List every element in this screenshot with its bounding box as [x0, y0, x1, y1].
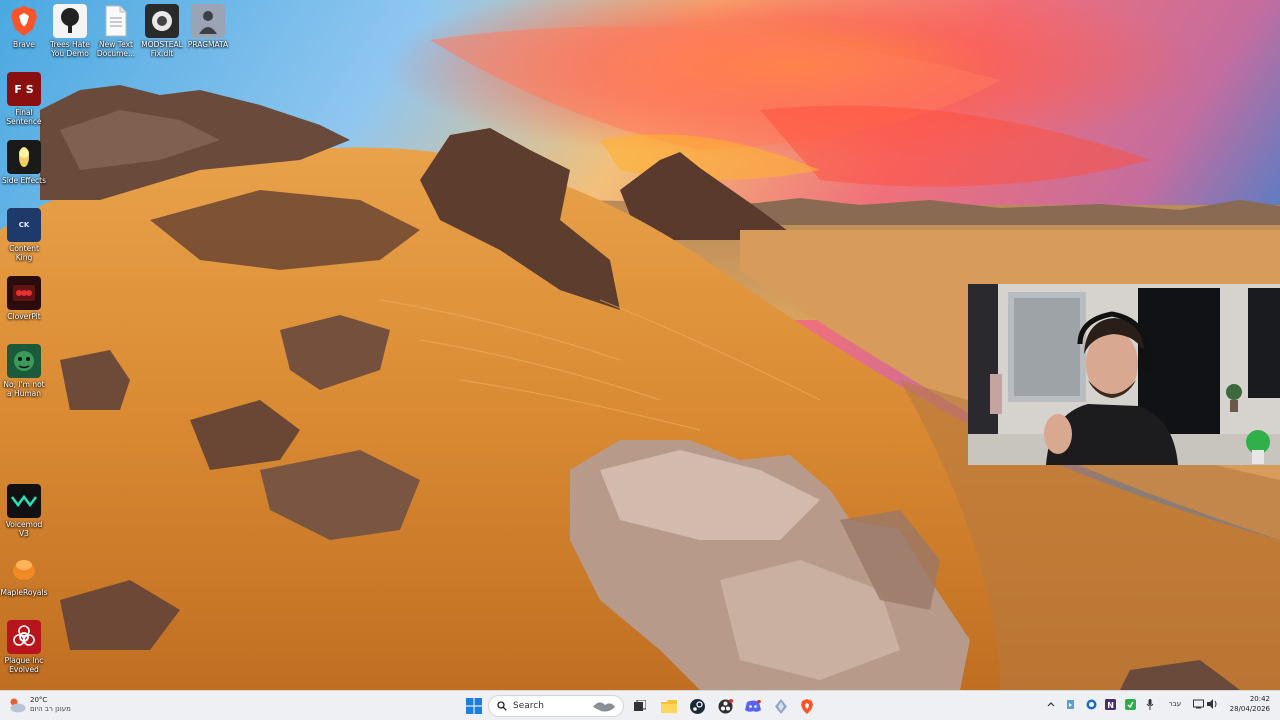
search-placeholder: Search [513, 701, 544, 711]
search-icon [497, 701, 507, 711]
desktop-icon-label: No, I'm not a Human [3, 380, 45, 398]
desktop-icon-final-sentence[interactable]: F S Final Sentence [0, 72, 48, 126]
tray-app-icon-1[interactable] [1064, 698, 1076, 710]
desktop-icon-plague-inc[interactable]: Plague Inc Evolved [0, 620, 48, 674]
final-sentence-icon: F S [7, 72, 41, 106]
plague-inc-icon [7, 620, 41, 654]
taskbar-clock[interactable]: 20:42 28/04/2026 [1230, 694, 1270, 714]
task-view-icon [634, 700, 646, 711]
clock-time: 20:42 [1249, 695, 1270, 703]
voicemod-icon [7, 484, 41, 518]
desktop-icon-cloverpit[interactable]: CloverPit [0, 276, 48, 321]
taskbar-search-box[interactable]: Search [488, 695, 624, 717]
obs-icon [718, 698, 733, 713]
pragmata-icon [191, 4, 225, 38]
onenote-tray-icon[interactable]: N [1104, 698, 1116, 710]
brave-icon [801, 698, 813, 714]
desktop-icon-pragmata[interactable]: PRAGMATA [184, 4, 232, 49]
start-button[interactable] [464, 695, 484, 717]
language-indicator[interactable]: עבר [1164, 698, 1186, 710]
mapleroyals-icon [7, 552, 41, 586]
diamond-launcher-icon [775, 698, 787, 714]
not-human-icon [7, 344, 41, 378]
svg-text:N: N [1107, 701, 1114, 710]
folder-icon [661, 699, 677, 713]
discord-button[interactable] [744, 695, 762, 717]
desktop-icon-label: CloverPit [7, 312, 41, 321]
clock-date: 28/04/2026 [1229, 705, 1270, 713]
content-king-icon: CK [7, 208, 41, 242]
desktop-icon-label: Final Sentence [6, 108, 42, 126]
desktop-icon-label: Brave [13, 40, 35, 49]
discord-icon [745, 699, 761, 712]
desktop-icon-not-a-human[interactable]: No, I'm not a Human [0, 344, 48, 398]
desktop-icon-brave[interactable]: Brave [0, 4, 48, 49]
desktop-icon-label: MapleRoyals [0, 588, 48, 597]
volume-icon[interactable] [1206, 698, 1218, 710]
desktop-icon-mod-file[interactable]: MODSTEAL Fix.dlt [138, 4, 186, 58]
task-view-button[interactable] [632, 695, 648, 717]
steam-button[interactable] [688, 695, 706, 717]
microphone-icon[interactable] [1144, 698, 1156, 710]
weather-widget[interactable]: 20°C מעונן רב היום [8, 693, 71, 717]
desktop-icon-side-effects[interactable]: Side Effects [0, 140, 48, 185]
brave-icon [7, 4, 41, 38]
file-explorer-button[interactable] [660, 695, 678, 717]
desktop-icon-label: Side Effects [1, 176, 47, 185]
desktop-icon-label: Voicemod V3 [5, 520, 43, 538]
desktop-icon-mapleroyals[interactable]: MapleRoyals [0, 552, 48, 597]
tree-icon [53, 4, 87, 38]
weather-temperature: 20°C [30, 696, 48, 704]
obs-button[interactable] [716, 695, 734, 717]
weather-condition: מעונן רב היום [30, 705, 71, 713]
desktop-icon-label: Content King [9, 244, 39, 262]
tray-overflow-chevron-icon[interactable] [1045, 698, 1057, 710]
search-highlight-icon [593, 702, 615, 712]
desktop-icon-label: PRAGMATA [187, 40, 229, 49]
side-effects-icon [7, 140, 41, 174]
desktop-icon-label: Trees Hate You Demo [50, 40, 90, 58]
desktop-icon-label: New Text Docume... [96, 40, 136, 58]
desktop-icon-trees-hate-you[interactable]: Trees Hate You Demo [46, 4, 94, 58]
weather-cloud-icon [10, 698, 26, 713]
brave-taskbar-button[interactable] [798, 695, 816, 717]
webcam-overlay [968, 284, 1280, 465]
desktop-icon-voicemod[interactable]: Voicemod V3 [0, 484, 48, 538]
desktop-icon-new-text-document[interactable]: New Text Docume... [92, 4, 140, 58]
desktop-icon-content-king[interactable]: CK Content King [0, 208, 48, 262]
mod-file-icon [145, 4, 179, 38]
steam-icon [689, 698, 705, 714]
cloverpit-icon [7, 276, 41, 310]
tray-app-icon-2[interactable] [1085, 698, 1097, 710]
network-icon[interactable] [1192, 698, 1204, 710]
tray-app-icon-3[interactable] [1124, 698, 1136, 710]
desktop-icon-label: MODSTEAL Fix.dlt [141, 40, 183, 58]
text-document-icon [99, 4, 133, 38]
windows-logo-icon [466, 698, 482, 714]
desktop-icon-label: Plague Inc Evolved [4, 656, 44, 674]
launcher-button[interactable] [772, 695, 790, 717]
